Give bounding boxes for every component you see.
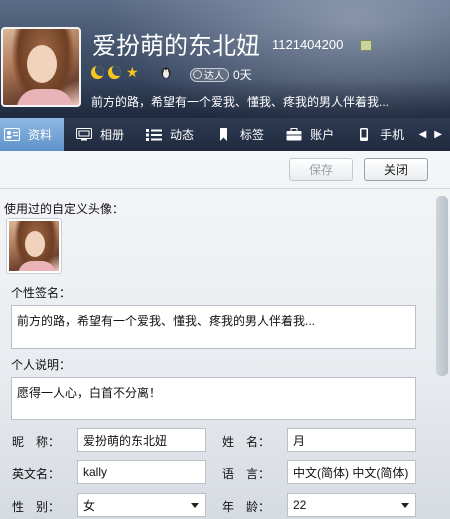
divider (0, 188, 450, 189)
surname-label: 姓 名： (222, 435, 271, 449)
daren-status[interactable]: 达人 0天 (190, 66, 252, 83)
used-avatars-label: 使用过的自定义头像： (4, 202, 125, 216)
bookmark-tag-icon (220, 128, 228, 141)
signature-input[interactable]: 前方的路，希望有一个爱我、懂我、疼我的男人伴着我... (11, 305, 416, 349)
profile-content: 保存 关闭 使用过的自定义头像： 个性签名： 前方的路，希望有一个爱我、懂我、疼… (0, 151, 450, 519)
qq-number: 1121404200 (272, 37, 344, 52)
member-status-icon[interactable] (360, 40, 372, 51)
tab-album[interactable]: 相册 (64, 118, 134, 151)
tab-label: 手机 (380, 128, 405, 142)
save-button[interactable]: 保存 (289, 158, 353, 181)
english-name-label: 英文名： (12, 467, 61, 481)
profile-tabs: 资料 相册 动态 标签 账户 手机 ◀ ▶ (0, 118, 450, 151)
tab-label: 标签 (240, 128, 265, 142)
tab-profile[interactable]: 资料 (0, 118, 65, 151)
qq-level[interactable]: ★ (91, 64, 139, 80)
tab-tags[interactable]: 标签 (204, 118, 274, 151)
tab-label: 相册 (100, 128, 125, 142)
surname-field[interactable]: 月 (287, 428, 416, 452)
feed-list-icon (146, 129, 163, 141)
tab-scroll: ◀ ▶ (415, 118, 450, 151)
mobile-phone-icon (360, 128, 369, 141)
vertical-scrollbar[interactable] (436, 196, 448, 376)
moon-level-icon (91, 66, 104, 79)
scroll-right-icon[interactable]: ▶ (434, 129, 442, 140)
tab-label: 账户 (310, 128, 335, 142)
clock-icon (193, 70, 202, 79)
penguin-icon[interactable] (160, 66, 172, 79)
language-label: 语 言： (222, 467, 271, 481)
tab-feed[interactable]: 动态 (134, 118, 204, 151)
age-select[interactable]: 22 (287, 493, 416, 517)
briefcase-account-icon (286, 128, 302, 141)
language-field[interactable]: 中文(简体) 中文(简体) (287, 460, 416, 484)
gender-label: 性 别： (12, 500, 61, 514)
description-label: 个人说明： (11, 358, 72, 372)
profile-nickname: 爱扮萌的东北妞 (92, 32, 260, 60)
close-button[interactable]: 关闭 (364, 158, 428, 181)
tab-account[interactable]: 账户 (274, 118, 344, 151)
daren-days: 0天 (233, 68, 252, 82)
signature-label: 个性签名： (11, 286, 72, 300)
tab-label: 动态 (170, 128, 195, 142)
profile-card-icon (4, 128, 20, 141)
gender-select[interactable]: 女 (77, 493, 206, 517)
profile-avatar[interactable] (1, 27, 81, 107)
used-avatar-thumbnail[interactable] (7, 219, 61, 273)
age-value: 22 (293, 498, 307, 512)
scroll-left-icon[interactable]: ◀ (419, 129, 427, 140)
album-icon (76, 128, 93, 141)
moon-level-icon (108, 66, 121, 79)
english-name-field[interactable]: kally (77, 460, 206, 484)
profile-header: 爱扮萌的东北妞 1121404200 ★ 达人 0天 前方的路，希望有一个爱我、… (0, 0, 450, 118)
tab-mobile[interactable]: 手机 (344, 118, 414, 151)
age-label: 年 龄： (222, 500, 271, 514)
daren-badge-label: 达人 (204, 71, 224, 82)
nickname-label: 昵 称： (12, 435, 61, 449)
gender-value: 女 (83, 498, 96, 513)
tab-label: 资料 (28, 128, 53, 142)
header-signature: 前方的路，希望有一个爱我、懂我、疼我的男人伴着我... (91, 95, 390, 109)
daren-badge: 达人 (190, 67, 229, 82)
description-input[interactable]: 愿得一人心，白首不分离！ (11, 377, 416, 420)
nickname-field[interactable]: 爱扮萌的东北妞 (77, 428, 206, 452)
star-level-icon: ★ (126, 64, 139, 80)
